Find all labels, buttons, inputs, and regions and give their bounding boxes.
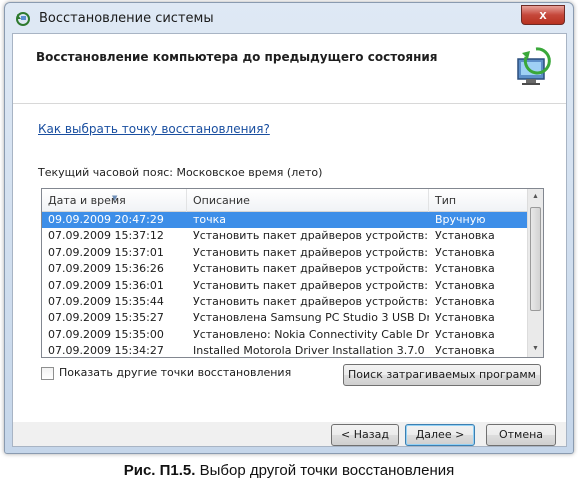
cell-date: 07.09.2009 15:35:27 [48,311,164,325]
sort-arrow-icon: ▼ [112,194,118,202]
restore-points-list[interactable]: ▼ Дата и время Описание Тип 09.09.2009 2… [41,188,544,358]
vertical-scrollbar[interactable]: ▲ ▼ [527,189,543,357]
cell-type: Установка [435,294,495,308]
caption-text: Выбор другой точки восстановления [195,462,455,479]
cell-type: Установка [435,311,495,325]
timezone-label: Текущий часовой пояс: Московское время (… [38,166,323,179]
table-row[interactable]: 07.09.2009 15:36:26 Установить пакет дра… [42,261,529,277]
header-band: Восстановление компьютера до предыдущего… [13,34,566,104]
close-button[interactable]: x [521,5,565,25]
dialog-client-area: Восстановление компьютера до предыдущего… [12,33,567,447]
scroll-up-arrow-icon[interactable]: ▲ [528,189,543,205]
cell-type: Установка [435,327,495,341]
cell-description: Установлено: Nokia Connectivity Cable Dr… [193,327,429,341]
cell-date: 09.09.2009 20:47:29 [48,213,164,226]
scan-affected-programs-button[interactable]: Поиск затрагиваемых программ [343,364,541,386]
column-label: Описание [193,194,250,207]
cell-type: Установка [435,262,495,276]
cell-description: Установлена Samsung PC Studio 3 USB Driv… [193,311,429,325]
table-row[interactable]: 09.09.2009 20:47:29 точка Вручную [42,212,529,229]
cell-date: 07.09.2009 15:37:12 [48,229,164,243]
show-more-points-checkbox[interactable] [41,367,54,380]
cell-type: Установка [435,245,495,259]
cell-date: 07.09.2009 15:35:00 [48,327,164,341]
title-bar[interactable]: Восстановление системы x [5,3,573,35]
next-button[interactable]: Далее > [405,424,475,446]
show-more-points-label[interactable]: Показать другие точки восстановления [59,366,291,379]
caption-prefix: Рис. П1.5. [123,462,196,479]
table-row[interactable]: 07.09.2009 15:35:27 Установлена Samsung … [42,310,529,326]
cell-type: Установка [435,344,495,358]
cell-date: 07.09.2009 15:36:01 [48,278,164,292]
system-restore-window: Восстановление системы x Восстановление … [4,2,574,454]
back-button[interactable]: < Назад [331,424,399,446]
figure-caption: Рис. П1.5. Выбор другой точки восстановл… [0,462,578,479]
cell-description: Установить пакет драйверов устройств: SA… [193,278,429,292]
cell-date: 07.09.2009 15:35:44 [48,294,164,308]
cell-date: 07.09.2009 15:37:01 [48,245,164,259]
list-header: ▼ Дата и время Описание Тип [42,189,529,212]
cell-description: Установить пакет драйверов устройств: SA… [193,262,429,276]
cell-date: 07.09.2009 15:34:27 [48,344,164,358]
computer-restore-icon [517,47,551,85]
table-row[interactable]: 07.09.2009 15:37:01 Установить пакет дра… [42,245,529,261]
cell-description: Installed Motorola Driver Installation 3… [193,344,425,358]
cell-description: точка [193,213,227,226]
scroll-thumb[interactable] [530,207,541,311]
table-row[interactable]: 07.09.2009 15:34:27 Installed Motorola D… [42,343,529,358]
content-area: Как выбрать точку восстановления? Текущи… [13,104,566,422]
column-header-type[interactable]: Тип [429,189,529,212]
table-row[interactable]: 07.09.2009 15:36:01 Установить пакет дра… [42,278,529,294]
cell-type: Установка [435,229,495,243]
cell-type: Установка [435,278,495,292]
scroll-down-arrow-icon[interactable]: ▼ [528,341,543,357]
cell-description: Установить пакет драйверов устройств: SA… [193,245,429,259]
window-title: Восстановление системы [39,11,214,26]
cell-description: Установить пакет драйверов устройств: SA… [193,294,429,308]
list-rows: 09.09.2009 20:47:29 точка Вручную 07.09.… [42,212,529,358]
cancel-button[interactable]: Отмена [486,424,556,446]
cell-description: Установить пакет драйверов устройств: SA… [193,229,429,243]
help-link[interactable]: Как выбрать точку восстановления? [38,122,270,136]
table-row[interactable]: 07.09.2009 15:37:12 Установить пакет дра… [42,228,529,244]
cell-type: Вручную [435,213,486,226]
column-label: Тип [435,194,457,207]
system-restore-icon [16,12,30,26]
page-title: Восстановление компьютера до предыдущего… [36,50,438,64]
table-row[interactable]: 07.09.2009 15:35:00 Установлено: Nokia C… [42,327,529,343]
table-row[interactable]: 07.09.2009 15:35:44 Установить пакет дра… [42,294,529,310]
cell-date: 07.09.2009 15:36:26 [48,262,164,276]
column-header-date[interactable]: ▼ Дата и время [42,189,187,212]
column-header-description[interactable]: Описание [187,189,429,212]
